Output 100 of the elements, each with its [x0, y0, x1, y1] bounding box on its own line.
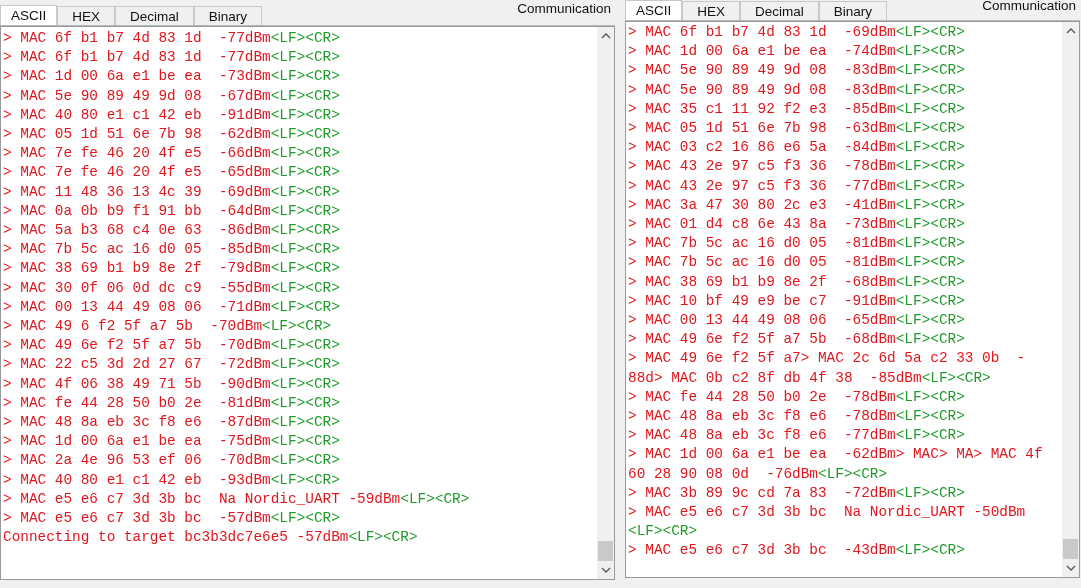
log-text: > MAC fe 44 28 50 b0 2e -78dBm: [628, 388, 896, 405]
log-text: > MAC 10 bf 49 e9 be c7 -91dBm: [628, 292, 896, 309]
log-text: > MAC 7b 5c ac 16 d0 05 -81dBm: [628, 254, 896, 271]
line-ending: <LF><CR>: [270, 183, 340, 200]
line-ending: <LF><CR>: [895, 484, 965, 501]
log-text: > MAC 48 8a eb 3c f8 e6 -77dBm: [628, 427, 896, 444]
line-ending: <LF><CR>: [895, 273, 965, 290]
log-text: > MAC e5 e6 c7 3d 3b bc -43dBm: [628, 542, 896, 559]
log-text: > MAC e5 e6 c7 3d 3b bc -57dBm: [3, 510, 271, 527]
log-text: > MAC 6f b1 b7 4d 83 1d -77dBm: [3, 49, 271, 66]
log-text: > MAC 2a 4e 96 53 ef 06 -70dBm: [3, 452, 271, 469]
log-text: > MAC 00 13 44 49 08 06 -71dBm: [3, 298, 271, 315]
line-ending: <LF><CR>: [895, 177, 965, 194]
log-text: > MAC 49 6 f2 5f a7 5b -70dBm: [3, 318, 263, 335]
log-text: > MAC 6f b1 b7 4d 83 1d -77dBm: [3, 30, 271, 46]
line-ending: <LF><CR>: [270, 49, 340, 66]
scroll-down-icon[interactable]: [600, 567, 611, 573]
log-text: Connecting to target bc3b3dc7e6e5 -57dBm: [3, 529, 349, 546]
scroll-up-icon[interactable]: [600, 33, 611, 39]
log-text: > MAC 49 6e f2 5f a7 5b -68dBm: [628, 331, 896, 348]
line-ending: <LF><CR>: [270, 452, 340, 469]
log-text: > MAC e5 e6 c7 3d 3b bc Na Nordic_UART -50dBm: [628, 504, 1026, 521]
view-tab[interactable]: Decimal: [115, 6, 194, 25]
line-ending: <LF><CR>: [270, 222, 340, 239]
line-ending: <LF><CR>: [270, 87, 340, 104]
log-text: 60 28 90 08 0d -76dBm: [628, 465, 818, 482]
view-tab[interactable]: HEX: [682, 1, 741, 20]
log-text: > MAC 7b 5c ac 16 d0 05 -85dBm: [3, 241, 271, 258]
line-ending: <LF><CR>: [270, 279, 340, 296]
scrollbar[interactable]: [1062, 22, 1079, 577]
scrollbar[interactable]: [597, 27, 614, 579]
line-ending: <LF><CR>: [270, 471, 340, 488]
log-text: > MAC 5e 90 89 49 9d 08 -83dBm: [628, 62, 896, 79]
view-tab[interactable]: ASCII: [0, 5, 58, 25]
view-tab[interactable]: Binary: [193, 6, 263, 25]
line-ending: <LF><CR>: [270, 241, 340, 258]
log-text: > MAC 6f b1 b7 4d 83 1d -69dBm: [628, 24, 896, 40]
line-ending: <LF><CR>: [895, 331, 965, 348]
panel-label: Communication: [982, 0, 1077, 13]
log-text: > MAC 5a b3 68 c4 0e 63 -86dBm: [3, 222, 271, 239]
line-ending: <LF><CR>: [270, 414, 340, 431]
panel-label: Communication: [517, 1, 612, 16]
log-text: > MAC 43 2e 97 c5 f3 36 -78dBm: [628, 158, 896, 175]
scroll-thumb[interactable]: [1063, 539, 1078, 559]
log-text: > MAC 49 6e f2 5f a7 5b -70dBm: [3, 337, 271, 354]
line-ending: <LF><CR>: [895, 388, 965, 405]
log-text: > MAC 7b 5c ac 16 d0 05 -81dBm: [628, 235, 896, 252]
line-ending: <LF><CR>: [895, 43, 965, 60]
line-ending: <LF><CR>: [895, 312, 965, 329]
view-tab[interactable]: HEX: [57, 6, 116, 25]
line-ending: <LF><CR>: [628, 523, 698, 540]
log-text: > MAC 43 2e 97 c5 f3 36 -77dBm: [628, 177, 896, 194]
log-text: > MAC 1d 00 6a e1 be ea -62dBm> MAC> MA> MAC 4f: [628, 446, 1043, 463]
log-text: > MAC 5e 90 89 49 9d 08 -83dBm: [628, 81, 896, 98]
line-ending: <LF><CR>: [895, 427, 965, 444]
line-ending: <LF><CR>: [270, 356, 340, 373]
log-text: > MAC e5 e6 c7 3d 3b bc Na Nordic_UART -59dBm: [3, 490, 401, 507]
log-text: > MAC 03 c2 16 86 e6 5a -84dBm: [628, 139, 896, 156]
log-text: > MAC 1d 00 6a e1 be ea -73dBm: [3, 68, 271, 85]
line-ending: <LF><CR>: [270, 298, 340, 315]
log-text: > MAC 38 69 b1 b9 8e 2f -79dBm: [3, 260, 271, 277]
line-ending: <LF><CR>: [270, 106, 340, 123]
line-ending: <LF><CR>: [895, 254, 965, 271]
line-ending: <LF><CR>: [270, 145, 340, 162]
log-text: > MAC 22 c5 3d 2d 27 67 -72dBm: [3, 356, 271, 373]
log-text: > MAC 40 80 e1 c1 42 eb -93dBm: [3, 471, 271, 488]
log-text: > MAC 35 c1 11 92 f2 e3 -85dBm: [628, 100, 896, 117]
scroll-up-icon[interactable]: [1065, 28, 1076, 34]
log-text: > MAC 00 13 44 49 08 06 -65dBm: [628, 312, 896, 329]
log-text: > MAC 7e fe 46 20 4f e5 -65dBm: [3, 164, 271, 181]
line-ending: <LF><CR>: [270, 126, 340, 142]
log-text: > MAC 48 8a eb 3c f8 e6 -78dBm: [628, 408, 896, 425]
log-text: > MAC 30 0f 06 0d dc c9 -55dBm: [3, 279, 271, 296]
line-ending: <LF><CR>: [895, 24, 965, 40]
line-ending: <LF><CR>: [270, 30, 340, 46]
line-ending: <LF><CR>: [895, 542, 965, 559]
log-text: > MAC 1d 00 6a e1 be ea -75dBm: [3, 433, 271, 450]
log-text: 88d> MAC 0b c2 8f db 4f 38 -85dBm: [628, 369, 922, 386]
line-ending: <LF><CR>: [270, 260, 340, 277]
log-text: > MAC 3a 47 30 80 2c e3 -41dBm: [628, 196, 896, 213]
scroll-thumb[interactable]: [598, 541, 613, 561]
line-ending: <LF><CR>: [348, 529, 418, 546]
scroll-down-icon[interactable]: [1065, 565, 1076, 571]
log-text: > MAC 3b 89 9c cd 7a 83 -72dBm: [628, 484, 896, 501]
line-ending: <LF><CR>: [895, 216, 965, 233]
log-text: > MAC 05 1d 51 6e 7b 98 -63dBm: [628, 120, 896, 136]
view-tab[interactable]: Decimal: [740, 1, 819, 20]
log-text: > MAC 0a 0b b9 f1 91 bb -64dBm: [3, 202, 271, 219]
log-text: > MAC 4f 06 38 49 71 5b -90dBm: [3, 375, 271, 392]
line-ending: <LF><CR>: [270, 202, 340, 219]
view-tab[interactable]: Binary: [818, 1, 888, 20]
log-text: > MAC 5e 90 89 49 9d 08 -67dBm: [3, 87, 271, 104]
line-ending: <LF><CR>: [270, 375, 340, 392]
view-tab[interactable]: ASCII: [625, 0, 683, 20]
line-ending: <LF><CR>: [895, 139, 965, 156]
line-ending: <LF><CR>: [270, 337, 340, 354]
line-ending: <LF><CR>: [262, 318, 332, 335]
log-text: > MAC 1d 00 6a e1 be ea -74dBm: [628, 43, 896, 60]
line-ending: <LF><CR>: [818, 465, 888, 482]
line-ending: <LF><CR>: [895, 235, 965, 252]
